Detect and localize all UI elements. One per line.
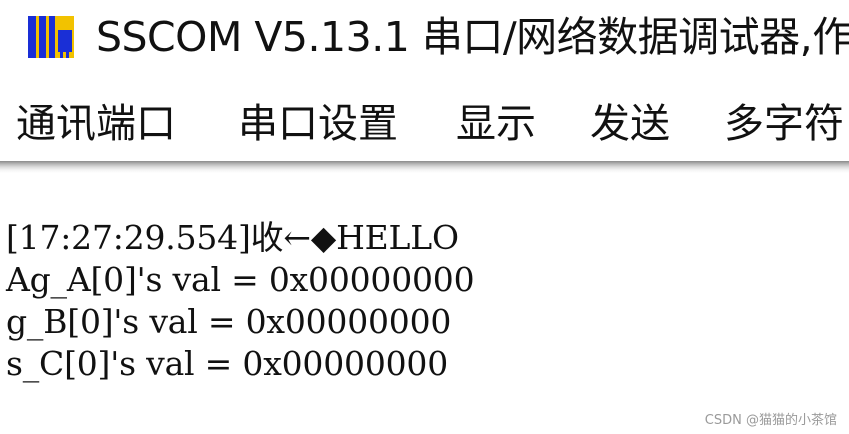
menu-display[interactable]: 显示 xyxy=(456,98,536,150)
window-title: SSCOM V5.13.1 串口/网络数据调试器,作 xyxy=(96,13,849,61)
receive-line: Ag_A[0]'s val = 0x00000000 xyxy=(6,260,475,299)
menu-separator xyxy=(0,161,849,173)
menu-comm-port[interactable]: 通讯端口 xyxy=(16,98,176,150)
receive-line: [17:27:29.554]收←◆HELLO xyxy=(6,218,459,257)
menu-serial-settings[interactable]: 串口设置 xyxy=(238,98,398,150)
menu-send[interactable]: 发送 xyxy=(590,98,670,150)
receive-text-area[interactable]: [17:27:29.554]收←◆HELLO Ag_A[0]'s val = 0… xyxy=(0,173,849,434)
title-bar[interactable]: SSCOM V5.13.1 串口/网络数据调试器,作 xyxy=(0,0,849,78)
sscom-window: SSCOM V5.13.1 串口/网络数据调试器,作 通讯端口 串口设置 显示 … xyxy=(0,0,849,434)
receive-line: s_C[0]'s val = 0x00000000 xyxy=(6,344,448,383)
receive-line: g_B[0]'s val = 0x00000000 xyxy=(6,302,452,341)
sscom-app-icon[interactable] xyxy=(22,12,80,62)
csdn-watermark: CSDN @猫猫的小茶馆 xyxy=(704,413,837,428)
menu-multi-string[interactable]: 多字符 xyxy=(724,98,844,150)
menu-bar: 通讯端口 串口设置 显示 发送 多字符 xyxy=(0,78,849,164)
